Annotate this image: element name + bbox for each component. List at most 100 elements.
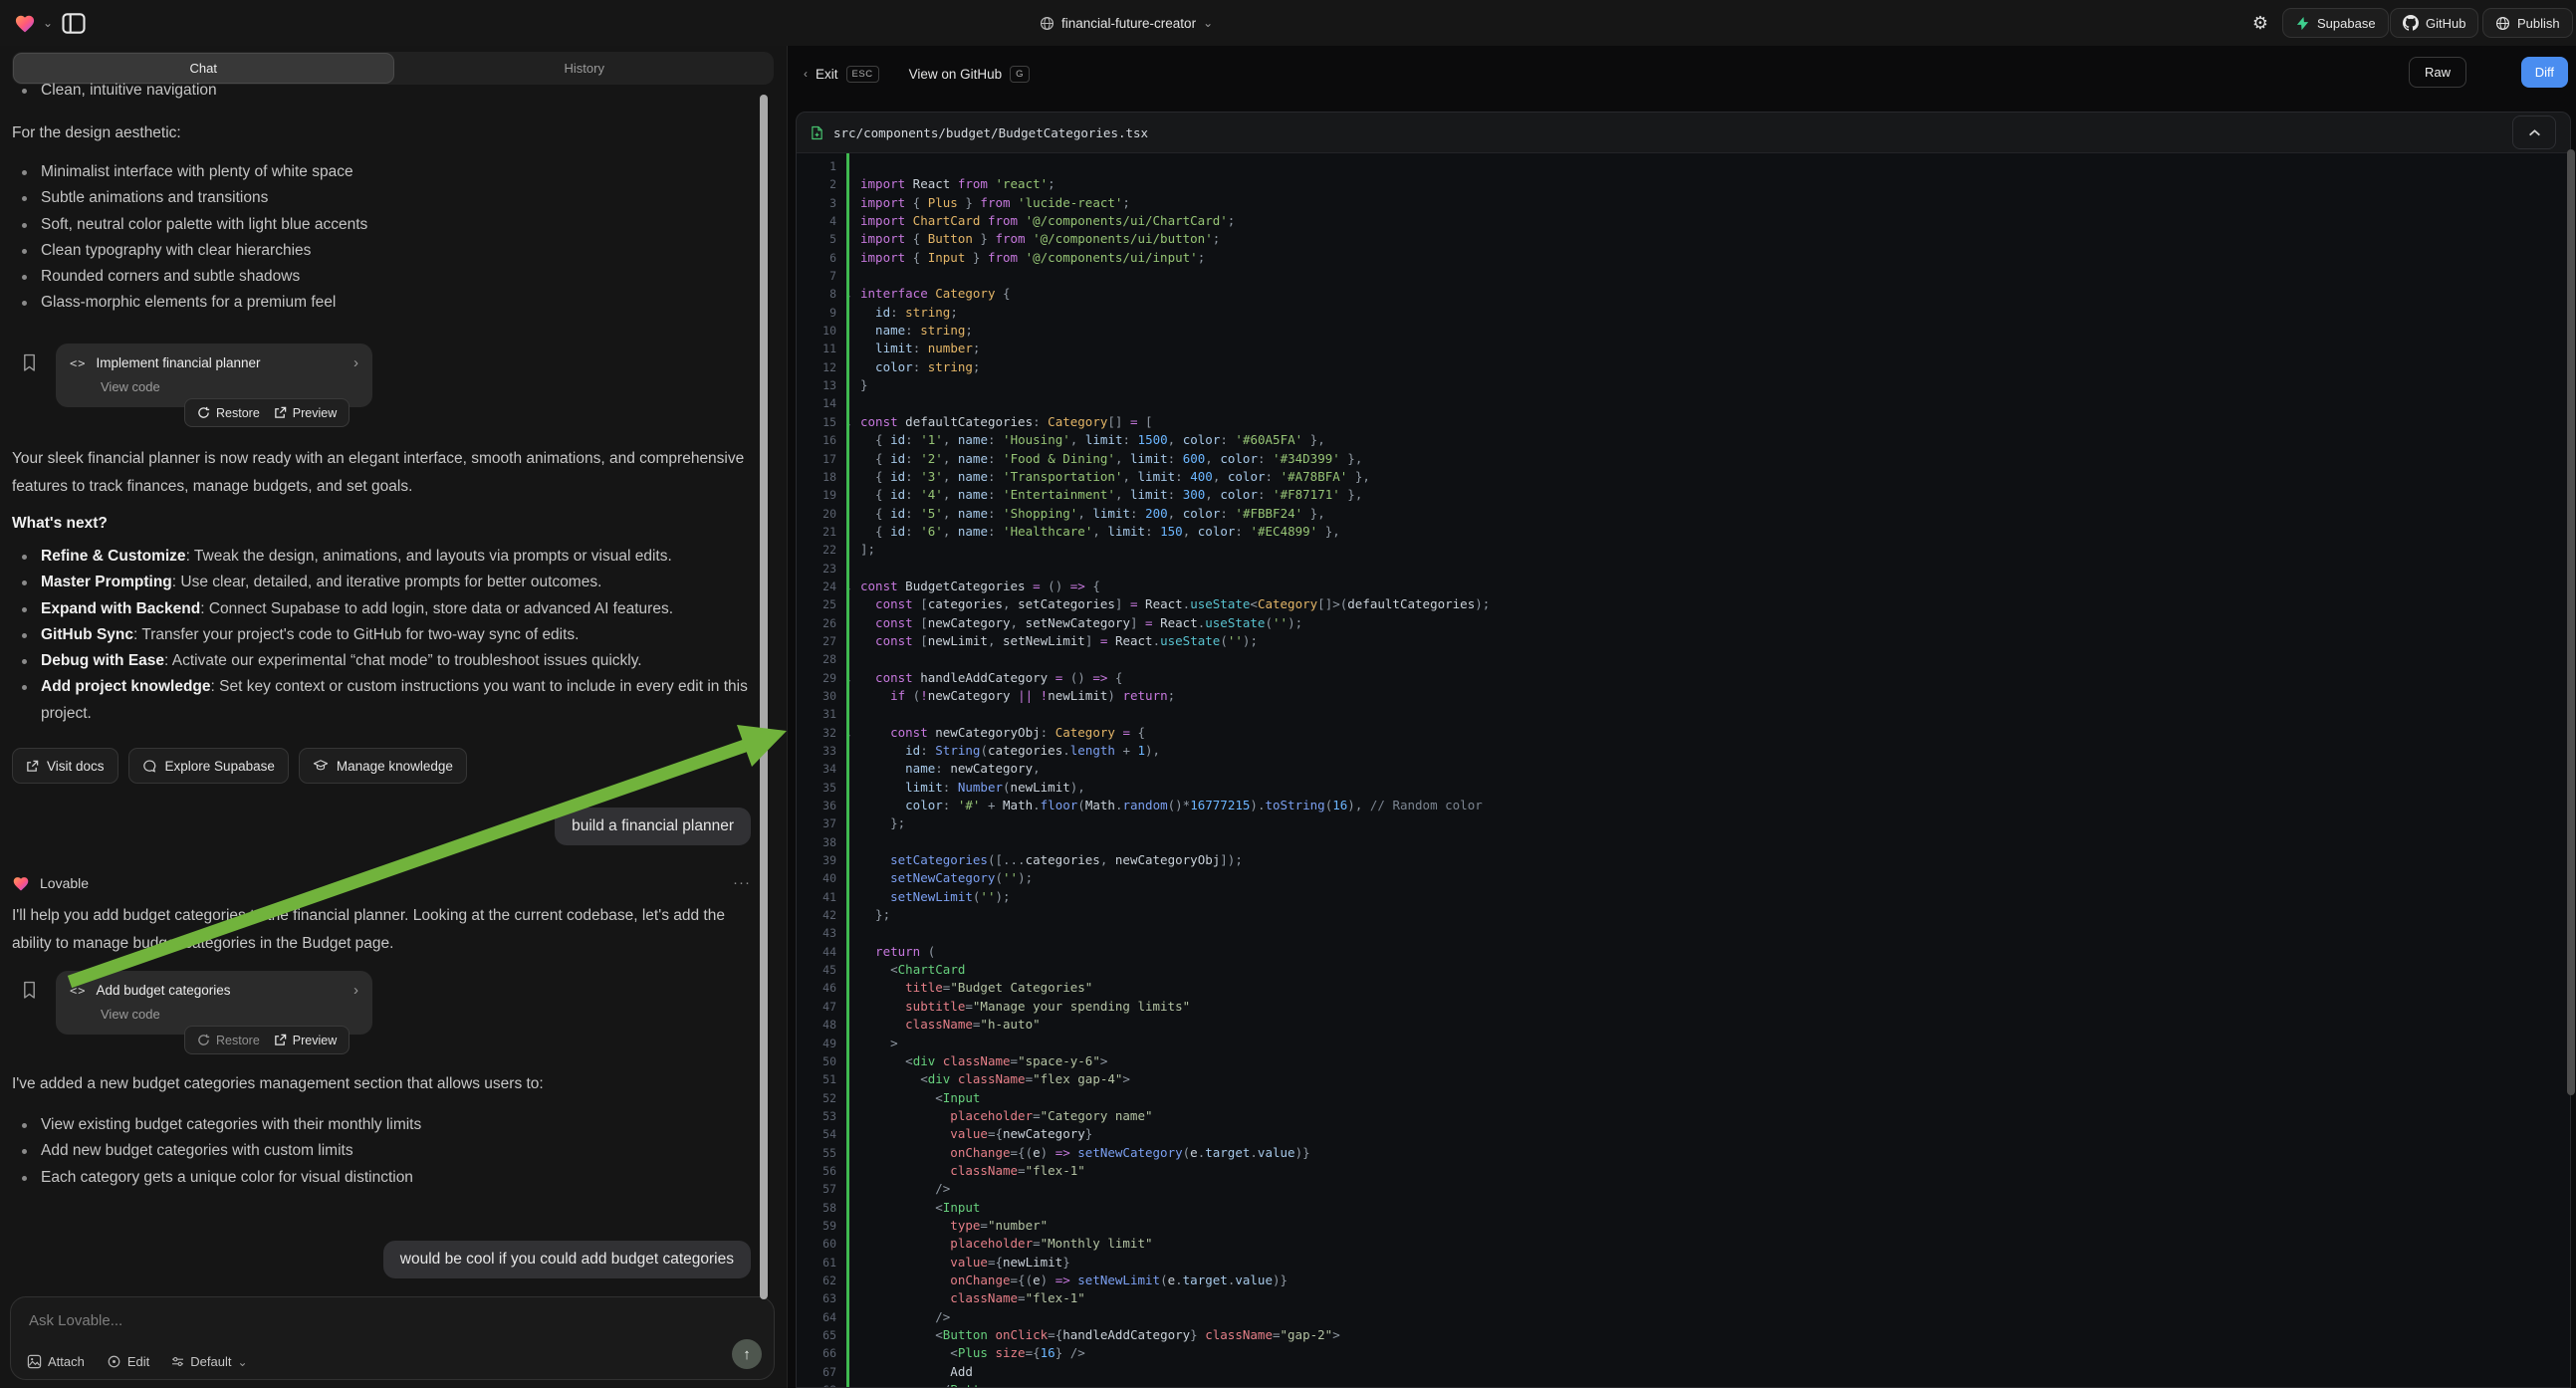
code-line: 65 <Button onClick={handleAddCategory} c… xyxy=(797,1326,2570,1344)
code-line: 58 <Input xyxy=(797,1199,2570,1217)
manage-knowledge-button[interactable]: Manage knowledge xyxy=(299,748,467,784)
lovable-heart-logo xyxy=(14,13,36,33)
code-line: 45 <ChartCard xyxy=(797,961,2570,979)
code-line: 54 value={newCategory} xyxy=(797,1125,2570,1143)
file-header[interactable]: src/components/budget/BudgetCategories.t… xyxy=(797,113,2570,153)
restore-preview-toolbar: Restore Preview xyxy=(184,1026,350,1054)
exit-button[interactable]: ‹ Exit ESC xyxy=(804,66,879,83)
image-icon xyxy=(27,1354,42,1369)
code-line: 29⌄ const handleAddCategory = () => { xyxy=(797,669,2570,687)
chat-scrollbar[interactable] xyxy=(760,95,768,1299)
version-card-title: Add budget categories xyxy=(96,983,230,998)
supabase-button[interactable]: Supabase xyxy=(2282,8,2389,38)
code-editor[interactable]: 12import React from 'react';3import { Pl… xyxy=(797,153,2570,1387)
file-diff-card: src/components/budget/BudgetCategories.t… xyxy=(796,112,2571,1388)
assistant-message: I've added a new budget categories manag… xyxy=(12,1070,751,1098)
code-line: 2import React from 'react'; xyxy=(797,175,2570,193)
code-line: 21 { id: '6', name: 'Healthcare', limit:… xyxy=(797,523,2570,541)
publish-button[interactable]: Publish xyxy=(2482,8,2573,38)
restore-icon xyxy=(197,1034,210,1046)
code-icon: <> xyxy=(70,984,86,998)
bookmark-icon[interactable] xyxy=(22,981,37,1000)
view-on-github-link[interactable]: View on GitHub G xyxy=(909,66,1030,83)
code-line: 14 xyxy=(797,394,2570,412)
project-switcher[interactable]: financial-future-creator ⌄ xyxy=(1040,0,1213,46)
code-line: 43 xyxy=(797,924,2570,942)
list-item: View existing budget categories with the… xyxy=(0,1112,767,1138)
version-card-wrap: <> Implement financial planner › View co… xyxy=(0,344,787,439)
bookmark-icon[interactable] xyxy=(22,353,37,372)
ask-lovable-input[interactable] xyxy=(27,1311,762,1330)
external-link-icon xyxy=(274,406,287,419)
collapse-file-button[interactable] xyxy=(2512,116,2556,149)
preview-button[interactable]: Preview xyxy=(274,1034,337,1047)
version-card-title: Implement financial planner xyxy=(96,355,260,370)
view-code-link[interactable]: View code xyxy=(101,1007,358,1022)
explore-supabase-button[interactable]: Explore Supabase xyxy=(128,748,289,784)
code-line: 62 onChange={(e) => setNewLimit(e.target… xyxy=(797,1272,2570,1289)
code-line: 11 limit: number; xyxy=(797,340,2570,357)
input-controls: Attach Edit Default ⌄ xyxy=(27,1354,248,1369)
github-icon xyxy=(2403,15,2419,31)
restore-button[interactable]: Restore xyxy=(197,1034,260,1047)
user-message-bubble: build a financial planner xyxy=(555,808,751,845)
send-button[interactable]: ↑ xyxy=(732,1339,762,1369)
list-item: Glass-morphic elements for a premium fee… xyxy=(0,290,767,316)
raw-toggle-button[interactable]: Raw xyxy=(2409,57,2466,88)
attach-button[interactable]: Attach xyxy=(27,1354,85,1369)
code-line: 7 xyxy=(797,267,2570,285)
sidebar-toggle-button[interactable] xyxy=(62,0,86,46)
code-line: 15⌄const defaultCategories: Category[] =… xyxy=(797,413,2570,431)
lovable-menu[interactable]: ⌄ xyxy=(14,0,53,46)
model-selector[interactable]: Default ⌄ xyxy=(171,1354,247,1369)
chevron-up-icon xyxy=(2528,128,2541,137)
list-item: Clean, intuitive navigation xyxy=(0,78,747,104)
features-bullet-list: View existing budget categories with the… xyxy=(0,1112,767,1191)
message-menu-button[interactable]: ··· xyxy=(733,874,751,891)
code-line: 46 title="Budget Categories" xyxy=(797,979,2570,997)
settings-button[interactable]: ⚙ xyxy=(2243,8,2277,38)
code-scrollbar[interactable] xyxy=(2567,149,2575,1095)
code-line: 48 className="h-auto" xyxy=(797,1016,2570,1034)
code-line: 33 id: String(categories.length + 1), xyxy=(797,742,2570,760)
code-icon: <> xyxy=(70,356,86,370)
code-line: 4import ChartCard from '@/components/ui/… xyxy=(797,212,2570,230)
code-line: 55 onChange={(e) => setNewCategory(e.tar… xyxy=(797,1144,2570,1162)
code-line: 60 placeholder="Monthly limit" xyxy=(797,1235,2570,1253)
graduation-cap-icon xyxy=(313,759,329,773)
code-line: 39 setCategories([...categories, newCate… xyxy=(797,851,2570,869)
code-line: 52 <Input xyxy=(797,1089,2570,1107)
code-line: 49 > xyxy=(797,1035,2570,1052)
code-line: 18 { id: '3', name: 'Transportation', li… xyxy=(797,468,2570,486)
list-item: Debug with Ease: Activate our experiment… xyxy=(0,648,767,674)
assistant-header: Lovable ··· xyxy=(12,874,751,891)
diff-added-gutter xyxy=(846,153,849,1387)
code-line: 57 /> xyxy=(797,1180,2570,1198)
edit-mode-button[interactable]: Edit xyxy=(107,1354,149,1369)
supabase-icon xyxy=(2295,16,2310,31)
view-code-link[interactable]: View code xyxy=(101,379,358,394)
code-line: 56 className="flex-1" xyxy=(797,1162,2570,1180)
diff-toggle-button[interactable]: Diff xyxy=(2521,57,2568,88)
code-line: 37 }; xyxy=(797,814,2570,832)
version-card-wrap: <> Add budget categories › View code Res… xyxy=(0,971,787,1066)
sidebar-toggle-icon xyxy=(62,13,86,34)
code-line: 3import { Plus } from 'lucide-react'; xyxy=(797,194,2570,212)
github-button[interactable]: GitHub xyxy=(2390,8,2478,38)
target-icon xyxy=(107,1354,121,1369)
code-line: 68 </Button> xyxy=(797,1381,2570,1387)
user-message-bubble: would be cool if you could add budget ca… xyxy=(383,1241,751,1278)
restore-button[interactable]: Restore xyxy=(197,406,260,420)
code-line: 59 type="number" xyxy=(797,1217,2570,1235)
code-line: 63 className="flex-1" xyxy=(797,1289,2570,1307)
visit-docs-button[interactable]: Visit docs xyxy=(12,748,118,784)
design-aesthetic-heading: For the design aesthetic: xyxy=(12,119,751,147)
assistant-message: Your sleek financial planner is now read… xyxy=(12,445,751,501)
code-line: 53 placeholder="Category name" xyxy=(797,1107,2570,1125)
project-title: financial-future-creator xyxy=(1061,16,1196,31)
code-line: 25 const [categories, setCategories] = R… xyxy=(797,595,2570,613)
preview-button[interactable]: Preview xyxy=(274,406,337,420)
code-line: 1 xyxy=(797,157,2570,175)
list-item: Minimalist interface with plenty of whit… xyxy=(0,159,767,185)
code-line: 26 const [newCategory, setNewCategory] =… xyxy=(797,614,2570,632)
